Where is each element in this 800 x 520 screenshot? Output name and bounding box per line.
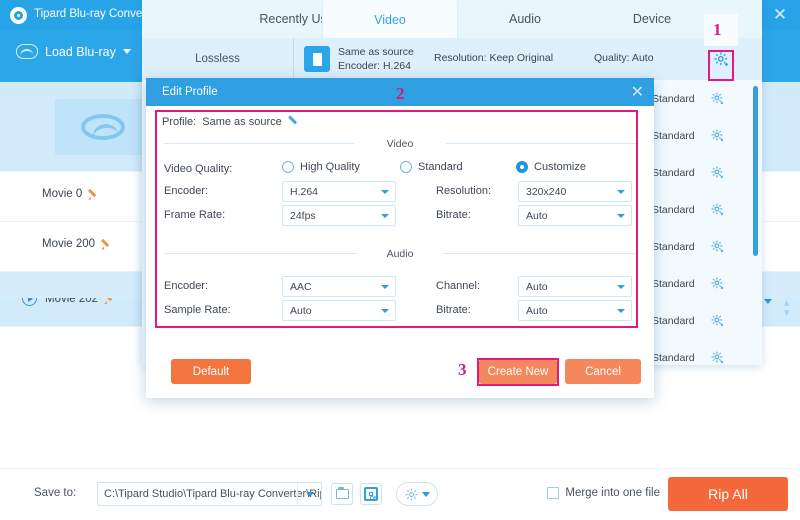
profile-name: Standard [652,314,695,327]
gear-icon[interactable] [710,91,725,106]
caret-down-icon[interactable] [297,483,321,505]
profile-name: Standard [652,166,695,179]
load-bluray-label: Load Blu-ray [45,44,116,59]
app-title: Tipard Blu-ray Converter [34,8,160,20]
app-window: Tipard Blu-ray Converter ✕ Load Blu-ray … [0,0,800,520]
close-icon[interactable]: ✕ [766,0,794,30]
list-item-title: Movie 0 [42,188,99,200]
disc-logo-icon [10,7,27,24]
caret-down-icon [122,49,131,54]
gear-icon[interactable] [710,202,725,217]
save-path-input[interactable]: C:\Tipard Studio\Tipard Blu-ray Converte… [97,482,322,506]
annotation-box-3 [477,358,559,386]
annotation-box-2 [155,110,638,328]
cancel-button[interactable]: Cancel [565,359,641,384]
annotation-box-1 [708,50,734,81]
gear-icon[interactable] [710,276,725,291]
selected-profile-name: Same as source [338,46,414,58]
bluray-disc-icon [80,114,125,140]
tab-audio[interactable]: Audio [460,0,590,38]
lossless-option[interactable]: Lossless [142,38,294,80]
annotation-number-1: 1 [713,20,722,39]
gear-icon[interactable] [710,128,725,143]
default-button[interactable]: Default [171,359,251,384]
checkbox[interactable] [547,487,560,499]
list-item-title: Movie 200 [42,238,112,250]
gear-icon[interactable] [710,313,725,328]
video-file-icon [304,46,330,72]
pencil-icon[interactable] [101,239,112,250]
bluray-disc-icon [16,44,38,59]
gear-icon[interactable] [710,239,725,254]
rip-all-button[interactable]: Rip All [668,477,788,511]
caret-down-icon[interactable] [764,299,773,304]
profile-name: Standard [652,129,695,142]
profile-name: Standard [652,92,695,105]
close-icon[interactable]: ✕ [631,82,644,102]
merge-into-one-file-checkbox[interactable]: Merge into one file [547,487,660,499]
load-bluray-button[interactable]: Load Blu-ray [16,44,131,59]
save-path-value: C:\Tipard Studio\Tipard Blu-ray Converte… [104,488,321,500]
tab-video[interactable]: Video [322,0,458,38]
thumbnail [55,99,150,155]
selected-profile-quality: Quality: Auto [594,52,654,64]
annotation-number-2: 2 [396,84,405,103]
gear-icon[interactable] [710,165,725,180]
output-settings-button[interactable] [396,482,438,506]
save-to-label: Save to: [34,487,77,499]
gear-icon[interactable] [710,350,725,365]
selected-profile-row: Lossless Same as source Encoder: H.264 R… [142,38,762,80]
profile-name: Standard [652,351,695,364]
profile-name: Standard [652,203,695,216]
selected-profile-resolution: Resolution: Keep Original [434,52,554,64]
profile-name: Standard [652,240,695,253]
merge-label: Merge into one file [565,487,660,499]
bottom-bar: Save to: C:\Tipard Studio\Tipard Blu-ray… [0,468,800,520]
pencil-icon[interactable] [88,189,99,200]
selected-profile-encoder: Encoder: H.264 [338,60,411,72]
gear-icon [405,488,418,500]
profile-list-scrollbar[interactable] [753,86,758,256]
chevron-down-icon[interactable]: ▼ [782,309,792,319]
gpu-chip-icon[interactable]: ON [360,483,382,505]
dialog-title: Edit Profile [162,86,218,98]
profile-tabs: Recently Used Video Audio Device [142,0,762,38]
folder-icon[interactable] [331,483,353,505]
caret-down-icon [422,491,430,497]
annotation-number-3: 3 [458,360,467,379]
chevron-up-icon[interactable]: ▲ [782,299,792,309]
tab-device[interactable]: Device [592,0,712,38]
profile-name: Standard [652,277,695,290]
selected-profile[interactable]: Same as source Encoder: H.264 [304,45,414,73]
